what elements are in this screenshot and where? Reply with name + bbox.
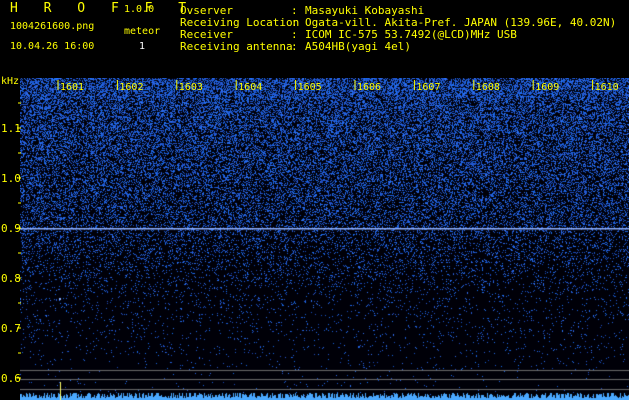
y-axis: 1.1 1.0 0.9 0.8 0.7 0.6 [1,102,21,385]
file-name: 1004261600.png [10,21,95,32]
info-label-antenna: Receiving antenna [180,40,293,53]
info-value-antenna: A504HB(yagi 4el) [305,40,411,53]
y-tick-label: 0.6 [1,372,21,385]
y-tick-label: 1.1 [1,122,21,135]
app-name: H R O F F T [10,1,196,16]
meteor-count: 1 [139,41,146,52]
y-tick-label: 0.9 [1,222,21,235]
y-tick-label: 1.0 [1,172,21,185]
meteor-label: meteor [124,26,161,37]
date-time: 10.04.26 16:00 [10,41,95,52]
spectrogram-display [20,78,629,400]
info-sep-antenna: : [291,40,298,53]
app-version: 1.0.0 [124,4,155,15]
y-tick-label: 0.7 [1,322,21,335]
unit-label: kHz [1,76,19,87]
y-tick-label: 0.8 [1,272,21,285]
